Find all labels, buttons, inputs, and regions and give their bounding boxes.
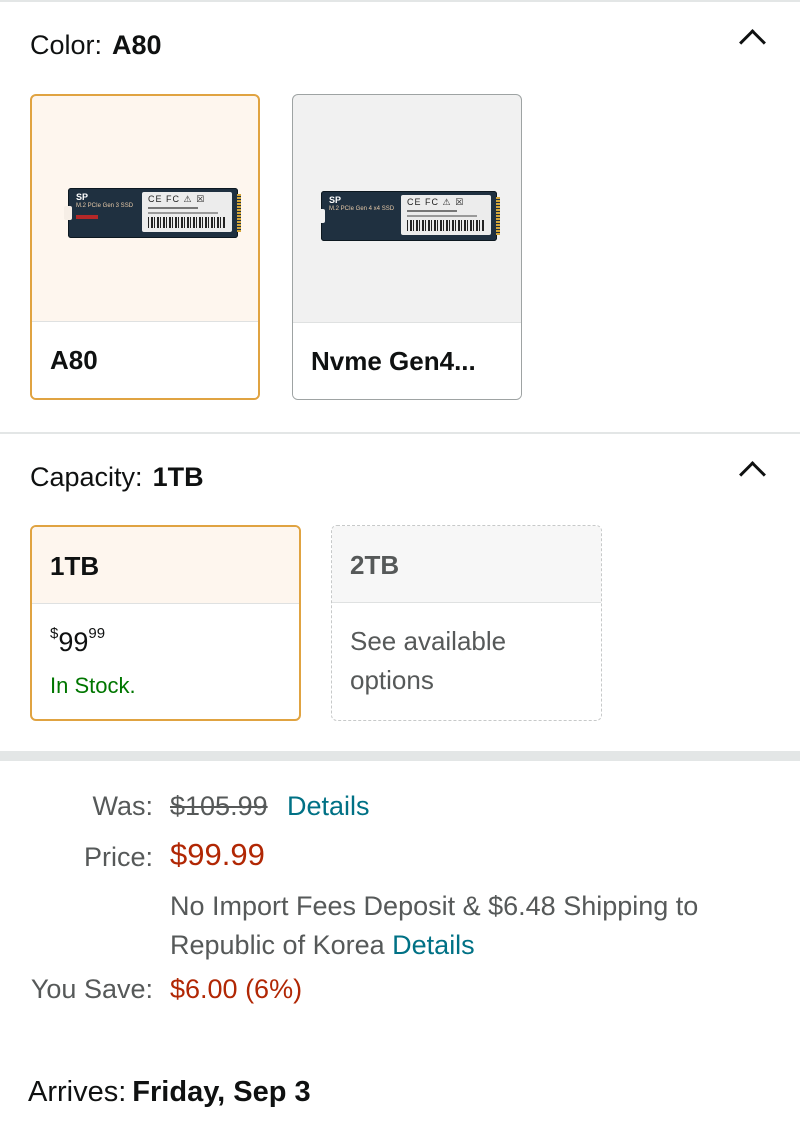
was-details-link[interactable]: Details	[287, 791, 370, 822]
color-selected-value: A80	[112, 30, 162, 60]
stock-status: In Stock.	[50, 673, 136, 698]
color-option-label: Nvme Gen4...	[293, 322, 521, 399]
collapse-color-chevron-up-icon[interactable]	[739, 29, 766, 56]
see-available-options: See available options	[350, 626, 507, 695]
shipping-details-link[interactable]: Details	[392, 930, 475, 960]
ssd-gen4-image: SP M.2 PCIe Gen 4 x4 SSD CE FC ⚠ ☒	[293, 95, 521, 326]
shipping-info: No Import Fees Deposit & $6.48 Shipping …	[170, 887, 770, 965]
section-divider	[0, 432, 800, 434]
arrival-date: Friday, Sep 3	[132, 1076, 311, 1108]
capacity-section-header: Capacity: 1TB	[30, 462, 204, 493]
color-option-a80[interactable]: SP M.2 PCIe Gen 3 SSD CE FC ⚠ ☒ A80	[30, 94, 260, 400]
ssd-a80-image: SP M.2 PCIe Gen 3 SSD CE FC ⚠ ☒	[32, 96, 258, 327]
section-separator	[0, 751, 800, 761]
color-section-header: Color: A80	[30, 30, 162, 61]
arrives-label: Arrives:	[28, 1076, 127, 1108]
color-option-label: A80	[32, 321, 258, 398]
capacity-option-1tb[interactable]: 1TB $9999 In Stock.	[30, 525, 301, 721]
color-label: Color:	[30, 30, 103, 60]
capacity-option-2tb[interactable]: 2TB See available options	[331, 525, 602, 721]
was-label: Was:	[92, 791, 154, 821]
capacity-option-price: $9999	[50, 625, 106, 657]
was-price: $105.99	[170, 791, 268, 821]
delivery-info: Arrives: Friday, Sep 3	[28, 1076, 311, 1109]
capacity-label: Capacity:	[30, 462, 143, 492]
you-save-label: You Save:	[30, 974, 153, 1004]
current-price: $99.99	[170, 837, 265, 872]
top-divider	[0, 0, 800, 2]
savings-amount: $6.00 (6%)	[170, 974, 303, 1004]
ssd-drive-icon: SP M.2 PCIe Gen 4 x4 SSD CE FC ⚠ ☒	[317, 191, 500, 241]
collapse-capacity-chevron-up-icon[interactable]	[739, 461, 766, 488]
price-label: Price:	[83, 842, 153, 872]
ssd-drive-icon: SP M.2 PCIe Gen 3 SSD CE FC ⚠ ☒	[64, 188, 241, 238]
color-option-nvme-gen4[interactable]: SP M.2 PCIe Gen 4 x4 SSD CE FC ⚠ ☒ Nvme …	[292, 94, 522, 400]
capacity-option-label: 1TB	[32, 527, 299, 604]
capacity-option-label: 2TB	[332, 526, 601, 603]
capacity-selected-value: 1TB	[152, 462, 204, 492]
